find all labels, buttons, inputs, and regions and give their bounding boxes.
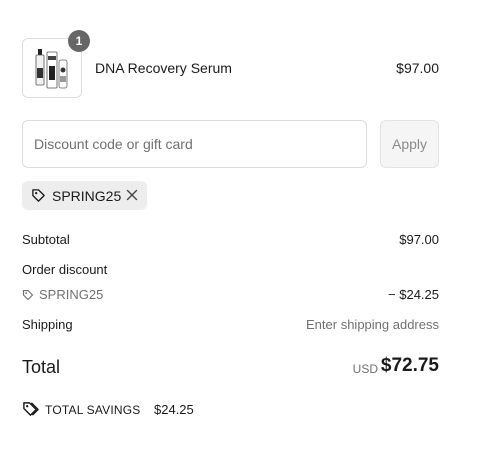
- discount-code-label: SPRING25: [39, 287, 104, 302]
- discount-value: − $24.25: [388, 287, 439, 302]
- discount-code-input[interactable]: [22, 120, 367, 168]
- shipping-label: Shipping: [22, 317, 73, 332]
- applied-code-label: SPRING25: [52, 188, 122, 204]
- total-amount: $72.75: [380, 355, 439, 376]
- total-row: Total USD $72.75: [22, 355, 439, 379]
- total-label: Total: [22, 357, 61, 377]
- order-discount-label: Order discount: [22, 262, 108, 277]
- applied-discount-chip: SPRING25: [22, 181, 147, 210]
- tag-icon: [22, 289, 34, 301]
- quantity-badge: 1: [68, 30, 90, 52]
- product-bottles-image: [35, 49, 68, 89]
- close-icon[interactable]: [126, 189, 138, 201]
- subtotal-value: $97.00: [399, 232, 439, 247]
- shipping-value: Enter shipping address: [306, 317, 439, 332]
- tags-icon: [23, 402, 39, 416]
- product-name: DNA Recovery Serum: [95, 60, 232, 76]
- tag-icon: [32, 189, 45, 202]
- subtotal-label: Subtotal: [22, 232, 70, 247]
- product-line-item: 1 DNA Recovery Serum $97.00: [22, 30, 439, 98]
- total-currency: USD: [352, 362, 378, 376]
- product-price: $97.00: [396, 60, 439, 76]
- total-savings-label: TOTAL SAVINGS: [45, 403, 141, 417]
- apply-button[interactable]: Apply: [380, 120, 439, 168]
- subtotal-row: Subtotal $97.00: [22, 232, 439, 247]
- shipping-row: Shipping Enter shipping address: [22, 317, 439, 332]
- total-savings-amount: $24.25: [154, 402, 194, 417]
- total-savings-row: TOTAL SAVINGS $24.25: [22, 401, 322, 419]
